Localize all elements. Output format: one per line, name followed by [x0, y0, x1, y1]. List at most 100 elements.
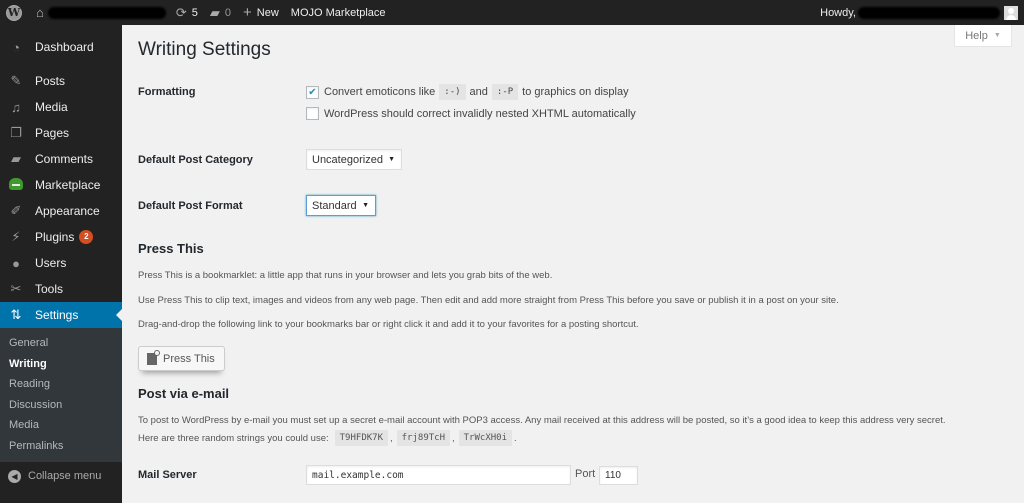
emoticons-checkbox[interactable]: ✔: [306, 85, 319, 99]
sidebar-item-posts[interactable]: ✎ Posts: [0, 68, 122, 94]
sidebar-item-label: Posts: [35, 74, 66, 88]
sidebar-item-label: Settings: [35, 308, 79, 322]
username-redacted: [858, 6, 1000, 19]
comments-count: 0: [224, 6, 232, 19]
emoticons-text-after: to graphics on display: [522, 86, 629, 98]
dropdown-arrow-icon: ▼: [362, 202, 369, 209]
press-this-button-label: Press This: [163, 352, 215, 365]
main-content: Help ▼ Writing Settings Formatting ✔ Con…: [122, 25, 1024, 503]
default-format-select[interactable]: Standard ▼: [306, 195, 376, 216]
sidebar-item-label: Media: [35, 100, 68, 114]
random-string-2: frj89TcH: [396, 430, 450, 446]
site-name-menu[interactable]: ⌂: [30, 0, 170, 25]
port-input[interactable]: 110: [599, 466, 638, 485]
admin-sidebar: ◔ Dashboard ✎ Posts ♫ Media ❐ Pages ▰ Co…: [0, 25, 122, 503]
port-label: Port: [575, 468, 596, 480]
emoticons-text-before: Convert emoticons like: [324, 86, 436, 98]
new-content-menu[interactable]: + New: [237, 0, 285, 25]
submenu-item-permalinks[interactable]: Permalinks: [0, 436, 122, 457]
howdy-label: Howdy,: [820, 6, 856, 19]
help-tab-button[interactable]: Help ▼: [954, 25, 1012, 47]
collapse-menu-button[interactable]: ◀ Collapse menu: [0, 462, 122, 490]
wordpress-logo-icon: W: [6, 4, 22, 21]
random-strings-line: Here are three random strings you could …: [138, 430, 517, 446]
mail-server-input[interactable]: mail.example.com: [306, 465, 571, 485]
sidebar-item-label: Users: [35, 256, 67, 270]
submenu-item-media[interactable]: Media: [0, 415, 122, 436]
submenu-item-reading[interactable]: Reading: [0, 374, 122, 395]
press-this-description-1: Press This is a bookmarklet: a little ap…: [138, 270, 553, 281]
page-title: Writing Settings: [138, 39, 271, 60]
dashboard-icon: ◔: [12, 39, 20, 55]
settings-submenu: General Writing Reading Discussion Media…: [0, 328, 122, 462]
default-format-value: Standard: [312, 199, 357, 212]
default-category-select[interactable]: Uncategorized ▼: [306, 149, 402, 170]
home-icon: ⌂: [36, 5, 44, 20]
sidebar-item-label: Plugins: [35, 230, 75, 244]
my-account-menu[interactable]: Howdy,: [814, 0, 1024, 25]
sidebar-item-label: Pages: [35, 126, 70, 140]
avatar: [1004, 5, 1018, 20]
sidebar-item-label: Comments: [35, 152, 94, 166]
xhtml-checkbox[interactable]: [306, 107, 319, 120]
comment-icon: ▰: [11, 151, 21, 166]
sidebar-item-marketplace[interactable]: Marketplace: [0, 172, 122, 198]
default-format-label: Default Post Format: [138, 200, 243, 212]
sidebar-item-media[interactable]: ♫ Media: [0, 94, 122, 120]
sidebar-item-settings[interactable]: ⇅ Settings: [0, 302, 122, 328]
post-via-email-heading: Post via e-mail: [138, 386, 230, 401]
comment-bubble-icon: ▰: [209, 4, 220, 20]
plugins-update-badge: 2: [79, 230, 94, 244]
chevron-down-icon: ▼: [993, 32, 1001, 39]
random-strings-prefix: Here are three random strings you could …: [138, 432, 329, 444]
help-label: Help: [965, 29, 988, 42]
marketplace-icon: [8, 177, 24, 193]
sidebar-item-users[interactable]: ● Users: [0, 250, 122, 276]
press-this-description-2: Use Press This to clip text, images and …: [138, 295, 839, 306]
random-string-1: T9HFDK7K: [334, 430, 388, 446]
press-this-icon: [147, 349, 160, 365]
mail-server-label: Mail Server: [138, 469, 197, 481]
pushpin-icon: ✎: [10, 73, 22, 88]
submenu-item-writing[interactable]: Writing: [0, 354, 122, 375]
default-category-value: Uncategorized: [312, 153, 383, 166]
sidebar-item-comments[interactable]: ▰ Comments: [0, 146, 122, 172]
post-via-email-description: To post to WordPress by e-mail you must …: [138, 415, 946, 426]
sidebar-item-tools[interactable]: ✂ Tools: [0, 276, 122, 302]
dropdown-arrow-icon: ▼: [388, 156, 395, 163]
sidebar-item-appearance[interactable]: ✐ Appearance: [0, 198, 122, 224]
emoticon-code-tongue: :-P: [491, 84, 519, 100]
formatting-label: Formatting: [138, 86, 196, 98]
sidebar-item-pages[interactable]: ❐ Pages: [0, 120, 122, 146]
media-icon: ♫: [11, 99, 21, 115]
sidebar-item-label: Appearance: [35, 204, 100, 218]
default-category-label: Default Post Category: [138, 154, 253, 166]
settings-icon: ⇅: [10, 307, 22, 322]
mojo-marketplace-label: MOJO Marketplace: [290, 6, 386, 19]
wp-logo-menu[interactable]: W: [0, 0, 30, 25]
xhtml-option: WordPress should correct invalidly neste…: [306, 107, 636, 120]
comments-menu[interactable]: ▰ 0: [204, 0, 237, 25]
sidebar-item-plugins[interactable]: ⚡ Plugins 2: [0, 224, 122, 250]
sidebar-item-dashboard[interactable]: ◔ Dashboard: [0, 34, 122, 60]
updates-menu[interactable]: ⟳ 5: [170, 0, 204, 25]
updates-icon: ⟳: [175, 4, 187, 20]
updates-count: 5: [191, 6, 198, 19]
sidebar-item-label: Dashboard: [35, 40, 94, 54]
emoticons-option: ✔ Convert emoticons like :-) and :-P to …: [306, 84, 629, 100]
sidebar-item-label: Marketplace: [35, 178, 101, 192]
mojo-marketplace-menu[interactable]: MOJO Marketplace: [285, 0, 392, 25]
collapse-menu-label: Collapse menu: [28, 470, 102, 482]
random-string-3: TrWcXH0i: [458, 430, 512, 446]
sidebar-item-label: Tools: [35, 282, 64, 296]
xhtml-text: WordPress should correct invalidly neste…: [324, 107, 636, 120]
admin-bar: W ⌂ ⟳ 5 ▰ 0 + New MOJO Marketplace Howdy…: [0, 0, 1024, 25]
press-this-bookmarklet-button[interactable]: Press This: [138, 346, 225, 371]
collapse-arrow-icon: ◀: [8, 469, 21, 483]
users-icon: ●: [12, 255, 20, 271]
site-name-redacted: [47, 6, 166, 19]
submenu-item-discussion[interactable]: Discussion: [0, 395, 122, 416]
plus-icon: +: [243, 4, 252, 21]
press-this-description-3: Drag-and-drop the following link to your…: [138, 319, 639, 330]
submenu-item-general[interactable]: General: [0, 333, 122, 354]
